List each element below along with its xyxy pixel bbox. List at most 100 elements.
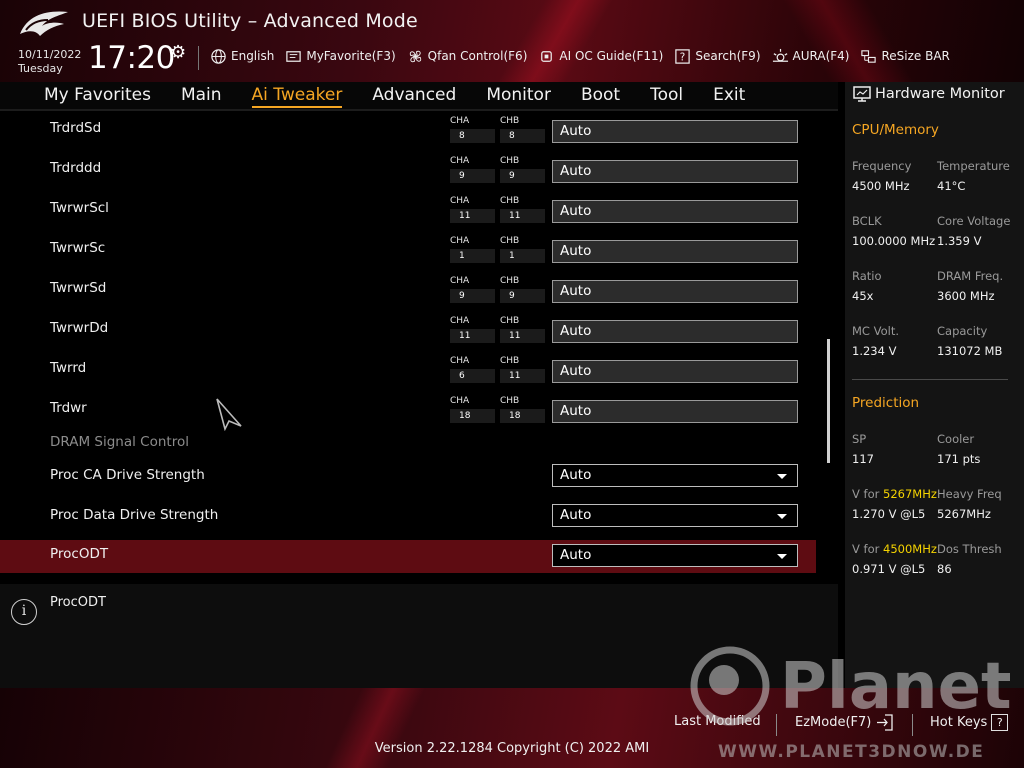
tab-tool[interactable]: Tool: [650, 85, 683, 108]
gear-icon[interactable]: ⚙: [170, 42, 186, 63]
setting-input[interactable]: Auto: [552, 200, 798, 223]
settings-list: TrdrdSd CHA 8 CHB 8 Auto Trdrddd CHA 9 CHB 9…: [0, 111, 838, 577]
channel-a-readout: CHA 11: [450, 196, 495, 223]
setting-dropdown[interactable]: Auto: [552, 504, 798, 527]
main-nav: My Favorites Main Ai Tweaker Advanced Mo…: [0, 82, 838, 110]
setting-row-twrrd[interactable]: Twrrd CHA 6 CHB 11 Auto: [0, 354, 816, 394]
hardware-monitor-panel: Hardware Monitor CPU/Memory Frequency Te…: [845, 82, 1024, 688]
channel-value: 11: [500, 329, 545, 343]
v-for-freq1-label: V for 5267MHz: [852, 487, 937, 501]
setting-row-trdwr[interactable]: Trdwr CHA 18 CHB 18 Auto: [0, 394, 816, 434]
setting-label: TwrwrSd: [50, 280, 107, 296]
setting-label: Trdwr: [50, 400, 87, 416]
toolbar: English MyFavorite(F3) Qfan Control(F6) …: [210, 46, 950, 66]
channel-label: CHA: [450, 396, 470, 406]
capacity-value: 131072 MB: [937, 344, 1003, 358]
channel-b-readout: CHB 11: [500, 316, 545, 343]
channel-a-readout: CHA 9: [450, 276, 495, 303]
channel-label: CHB: [500, 156, 520, 166]
channel-value: 11: [450, 209, 495, 223]
resize-bar-button[interactable]: ReSize BAR: [860, 48, 950, 65]
setting-input[interactable]: Auto: [552, 400, 798, 423]
setting-input[interactable]: Auto: [552, 120, 798, 143]
setting-input[interactable]: Auto: [552, 320, 798, 343]
dos-thresh-value: 86: [937, 562, 952, 576]
setting-label: ProcODT: [50, 546, 109, 562]
channel-label: CHA: [450, 116, 470, 126]
app-title: UEFI BIOS Utility – Advanced Mode: [82, 10, 418, 32]
search-label: Search(F9): [695, 49, 761, 63]
tab-ai-tweaker[interactable]: Ai Tweaker: [251, 85, 343, 108]
qfan-label: Qfan Control(F6): [427, 49, 528, 63]
setting-input[interactable]: Auto: [552, 240, 798, 263]
sp-value: 117: [852, 452, 874, 466]
day-label: Tuesday: [18, 62, 63, 75]
v-for-text: V for: [852, 487, 883, 501]
channel-label: CHB: [500, 316, 520, 326]
bclk-value: 100.0000 MHz: [852, 234, 936, 248]
mouse-cursor-icon: [216, 398, 242, 431]
setting-row-proc-ca-drive-strength[interactable]: Proc CA Drive Strength Auto: [0, 461, 816, 501]
chip-icon: [541, 50, 553, 62]
chevron-down-icon: [777, 474, 787, 479]
dropdown-value: Auto: [560, 547, 592, 563]
core-voltage-label: Core Voltage: [937, 214, 1011, 228]
channel-a-readout: CHA 18: [450, 396, 495, 423]
language-button[interactable]: English: [210, 48, 274, 65]
setting-row-procodt-selected[interactable]: ProcODT Auto: [0, 540, 816, 573]
fan-icon: [409, 50, 421, 62]
setting-row-proc-data-drive-strength[interactable]: Proc Data Drive Strength Auto: [0, 501, 816, 541]
tab-advanced[interactable]: Advanced: [372, 85, 456, 108]
setting-dropdown[interactable]: Auto: [552, 464, 798, 487]
header-decoration: [700, 0, 1000, 82]
cooler-label: Cooler: [937, 432, 975, 446]
tab-exit[interactable]: Exit: [713, 85, 745, 108]
setting-label: TrdrdSd: [50, 120, 102, 136]
dram-freq-label: DRAM Freq.: [937, 269, 1004, 283]
setting-label: TwrwrScl: [50, 200, 109, 216]
aura-button[interactable]: AURA(F4): [772, 48, 849, 65]
channel-b-readout: CHB 8: [500, 116, 545, 143]
setting-row-trdrdsd[interactable]: TrdrdSd CHA 8 CHB 8 Auto: [0, 114, 816, 154]
tab-monitor[interactable]: Monitor: [486, 85, 551, 108]
ai-oc-guide-button[interactable]: AI OC Guide(F11): [538, 48, 663, 65]
channel-a-readout: CHA 6: [450, 356, 495, 383]
channel-value: 11: [500, 369, 545, 383]
myfavorite-button[interactable]: MyFavorite(F3): [285, 48, 396, 65]
setting-row-trdrddd[interactable]: Trdrddd CHA 9 CHB 9 Auto: [0, 154, 816, 194]
channel-label: CHB: [500, 356, 520, 366]
clock: 17:20: [88, 40, 175, 76]
temperature-value: 41°C: [937, 179, 966, 193]
dram-freq-value: 3600 MHz: [937, 289, 995, 303]
setting-row-twrwrscl[interactable]: TwrwrScl CHA 11 CHB 11 Auto: [0, 194, 816, 234]
channel-b-readout: CHB 9: [500, 276, 545, 303]
footer-decoration: [200, 688, 550, 768]
setting-row-twrwrsd[interactable]: TwrwrSd CHA 9 CHB 9 Auto: [0, 274, 816, 314]
setting-input[interactable]: Auto: [552, 160, 798, 183]
tab-my-favorites[interactable]: My Favorites: [44, 85, 151, 108]
language-label: English: [231, 49, 275, 63]
channel-label: CHB: [500, 396, 520, 406]
channel-value: 6: [450, 369, 495, 383]
section-prediction: Prediction: [852, 395, 920, 411]
setting-dropdown[interactable]: Auto: [552, 544, 798, 567]
setting-input[interactable]: Auto: [552, 360, 798, 383]
tab-boot[interactable]: Boot: [581, 85, 620, 108]
dropdown-value: Auto: [560, 467, 592, 483]
mc-volt-value: 1.234 V: [852, 344, 897, 358]
bclk-label: BCLK: [852, 214, 882, 228]
resize-bar-label: ReSize BAR: [881, 49, 950, 63]
scrollbar[interactable]: [827, 339, 830, 463]
frequency-value: 4500 MHz: [852, 179, 910, 193]
search-button[interactable]: ? Search(F9): [674, 48, 761, 65]
nav-tabs: My Favorites Main Ai Tweaker Advanced Mo…: [44, 85, 775, 108]
setting-input[interactable]: Auto: [552, 280, 798, 303]
qfan-control-button[interactable]: Qfan Control(F6): [407, 48, 528, 65]
header-decoration: [420, 0, 680, 82]
channel-b-readout: CHB 11: [500, 356, 545, 383]
setting-row-twrwrdd[interactable]: TwrwrDd CHA 11 CHB 11 Auto: [0, 314, 816, 354]
tab-main[interactable]: Main: [181, 85, 222, 108]
setting-row-twrwrsc[interactable]: TwrwrSc CHA 1 CHB 1 Auto: [0, 234, 816, 274]
channel-value: 1: [500, 249, 545, 263]
channel-label: CHA: [450, 236, 470, 246]
